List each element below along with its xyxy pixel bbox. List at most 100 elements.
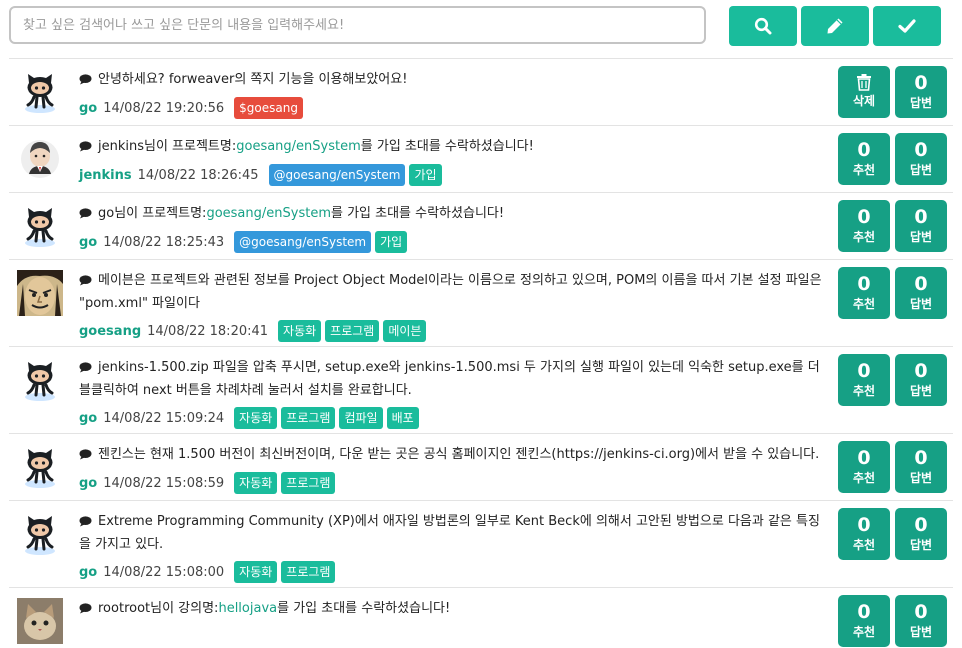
project-link[interactable]: hellojava	[218, 601, 277, 616]
tag-badge[interactable]: 자동화	[234, 407, 278, 429]
feed-item: rootroot님이 강의명:hellojava를 가입 초대를 수락하셨습니다…	[9, 587, 953, 648]
tag-badge[interactable]: $goesang	[234, 97, 303, 119]
message-segment: Extreme Programming Community (XP)에서 애자일…	[79, 514, 820, 552]
comment-icon	[79, 205, 92, 226]
tag-badge[interactable]: @goesang/enSystem	[268, 164, 406, 186]
reply-label: 답변	[909, 471, 933, 485]
tag-badge[interactable]: 배포	[386, 407, 419, 429]
username-link[interactable]: go	[79, 411, 97, 426]
feed-item: Extreme Programming Community (XP)에서 애자일…	[9, 500, 953, 588]
reply-button[interactable]: 0 답변	[895, 354, 947, 406]
username-link[interactable]: jenkins	[79, 168, 132, 183]
timestamp: 14/08/22 18:20:41	[147, 323, 269, 339]
reply-button[interactable]: 0 답변	[895, 133, 947, 185]
reply-count: 0	[914, 273, 928, 295]
avatar[interactable]	[17, 598, 63, 644]
tag-badge[interactable]: 프로그램	[281, 472, 336, 494]
avatar[interactable]	[17, 270, 63, 316]
recommend-button[interactable]: 0 추천	[838, 508, 890, 560]
recommend-count: 0	[857, 601, 871, 623]
top-bar	[0, 0, 962, 58]
avatar[interactable]	[17, 444, 63, 490]
tag-badge[interactable]: 가입	[409, 164, 442, 186]
timestamp: 14/08/22 18:25:43	[103, 234, 225, 250]
recommend-button[interactable]: 0 추천	[838, 595, 890, 647]
submit-button[interactable]	[873, 6, 941, 46]
tag-badge[interactable]: 자동화	[278, 320, 322, 342]
recommend-count: 0	[857, 360, 871, 382]
recommend-button[interactable]: 0 추천	[838, 200, 890, 252]
tag-badge[interactable]: @goesang/enSystem	[234, 231, 372, 253]
comment-icon	[79, 71, 92, 92]
project-link[interactable]: goesang/enSystem	[236, 139, 361, 154]
comment-icon	[79, 600, 92, 621]
username-link[interactable]: go	[79, 565, 97, 580]
comment-icon	[79, 446, 92, 467]
tag-badge[interactable]: 프로그램	[281, 561, 336, 583]
message-segment: 안녕하세요? forweaver의 쪽지 기능을 이용해보았어요!	[98, 72, 408, 87]
feed-item: jenkins-1.500.zip 파일을 압축 푸시면, setup.exe와…	[9, 346, 953, 434]
username-link[interactable]: go	[79, 476, 97, 491]
tag-badge[interactable]: 메이븐	[383, 320, 427, 342]
reply-count: 0	[914, 72, 928, 94]
reply-count: 0	[914, 601, 928, 623]
reply-label: 답변	[909, 297, 933, 311]
reply-count: 0	[914, 360, 928, 382]
tag-badge[interactable]: 프로그램	[281, 407, 336, 429]
reply-count: 0	[914, 206, 928, 228]
write-button[interactable]	[801, 6, 869, 46]
feed-item: 메이븐은 프로젝트와 관련된 정보를 Project Object Model이…	[9, 259, 953, 347]
reply-button[interactable]: 0 답변	[895, 66, 947, 118]
reply-button[interactable]: 0 답변	[895, 508, 947, 560]
username-link[interactable]: go	[79, 235, 97, 250]
tag-badge[interactable]: 컴파일	[339, 407, 383, 429]
message-segment: rootroot님이 강의명:	[98, 601, 219, 616]
avatar[interactable]	[17, 203, 63, 249]
tag-badge[interactable]: 가입	[375, 231, 408, 253]
avatar[interactable]	[17, 511, 63, 557]
timestamp: 14/08/22 19:20:56	[103, 100, 225, 116]
username-link[interactable]: goesang	[79, 324, 141, 339]
reply-button[interactable]: 0 답변	[895, 200, 947, 252]
message-segment: jenkins-1.500.zip 파일을 압축 푸시면, setup.exe와…	[79, 360, 820, 398]
message-meta: go 14/08/22 18:25:43 @goesang/enSystem 가입	[79, 230, 411, 254]
recommend-button[interactable]: 0 추천	[838, 133, 890, 185]
recommend-count: 0	[857, 273, 871, 295]
recommend-label: 추천	[852, 384, 876, 398]
check-icon	[898, 19, 916, 33]
feed-item: jenkins님이 프로젝트명:goesang/enSystem를 가입 초대를…	[9, 125, 953, 193]
avatar[interactable]	[17, 357, 63, 403]
search-button[interactable]	[729, 6, 797, 46]
avatar[interactable]	[17, 69, 63, 115]
tag-badge[interactable]: 자동화	[234, 561, 278, 583]
reply-count: 0	[914, 139, 928, 161]
timestamp: 14/08/22 15:08:00	[103, 564, 225, 580]
recommend-button[interactable]: 0 추천	[838, 441, 890, 493]
reply-button[interactable]: 0 답변	[895, 267, 947, 319]
project-link[interactable]: goesang/enSystem	[206, 206, 331, 221]
recommend-count: 0	[857, 514, 871, 536]
recommend-label: 추천	[852, 538, 876, 552]
message-meta: go 14/08/22 15:08:59 자동화 프로그램	[79, 471, 339, 495]
recommend-label: 추천	[852, 297, 876, 311]
recommend-count: 0	[857, 206, 871, 228]
avatar[interactable]	[17, 136, 63, 182]
feed-item: 젠킨스는 현재 1.500 버전이 최신버전이며, 다운 받는 곳은 공식 홈페…	[9, 433, 953, 501]
delete-button[interactable]: 삭제	[838, 66, 890, 118]
search-input[interactable]	[9, 6, 706, 44]
reply-count: 0	[914, 447, 928, 469]
recommend-button[interactable]: 0 추천	[838, 354, 890, 406]
tag-badge[interactable]: 자동화	[234, 472, 278, 494]
search-icon	[754, 17, 772, 35]
reply-label: 답변	[909, 384, 933, 398]
reply-button[interactable]: 0 답변	[895, 441, 947, 493]
reply-button[interactable]: 0 답변	[895, 595, 947, 647]
message-meta: goesang 14/08/22 18:20:41 자동화 프로그램 메이븐	[79, 319, 430, 343]
message-text: jenkins-1.500.zip 파일을 압축 푸시면, setup.exe와…	[79, 357, 829, 401]
tag-badge[interactable]: 프로그램	[325, 320, 380, 342]
message-segment: go님이 프로젝트명:	[98, 206, 207, 221]
username-link[interactable]: go	[79, 101, 97, 116]
comment-icon	[79, 138, 92, 159]
recommend-button[interactable]: 0 추천	[838, 267, 890, 319]
message-text: rootroot님이 강의명:hellojava를 가입 초대를 수락하셨습니다…	[79, 598, 829, 621]
